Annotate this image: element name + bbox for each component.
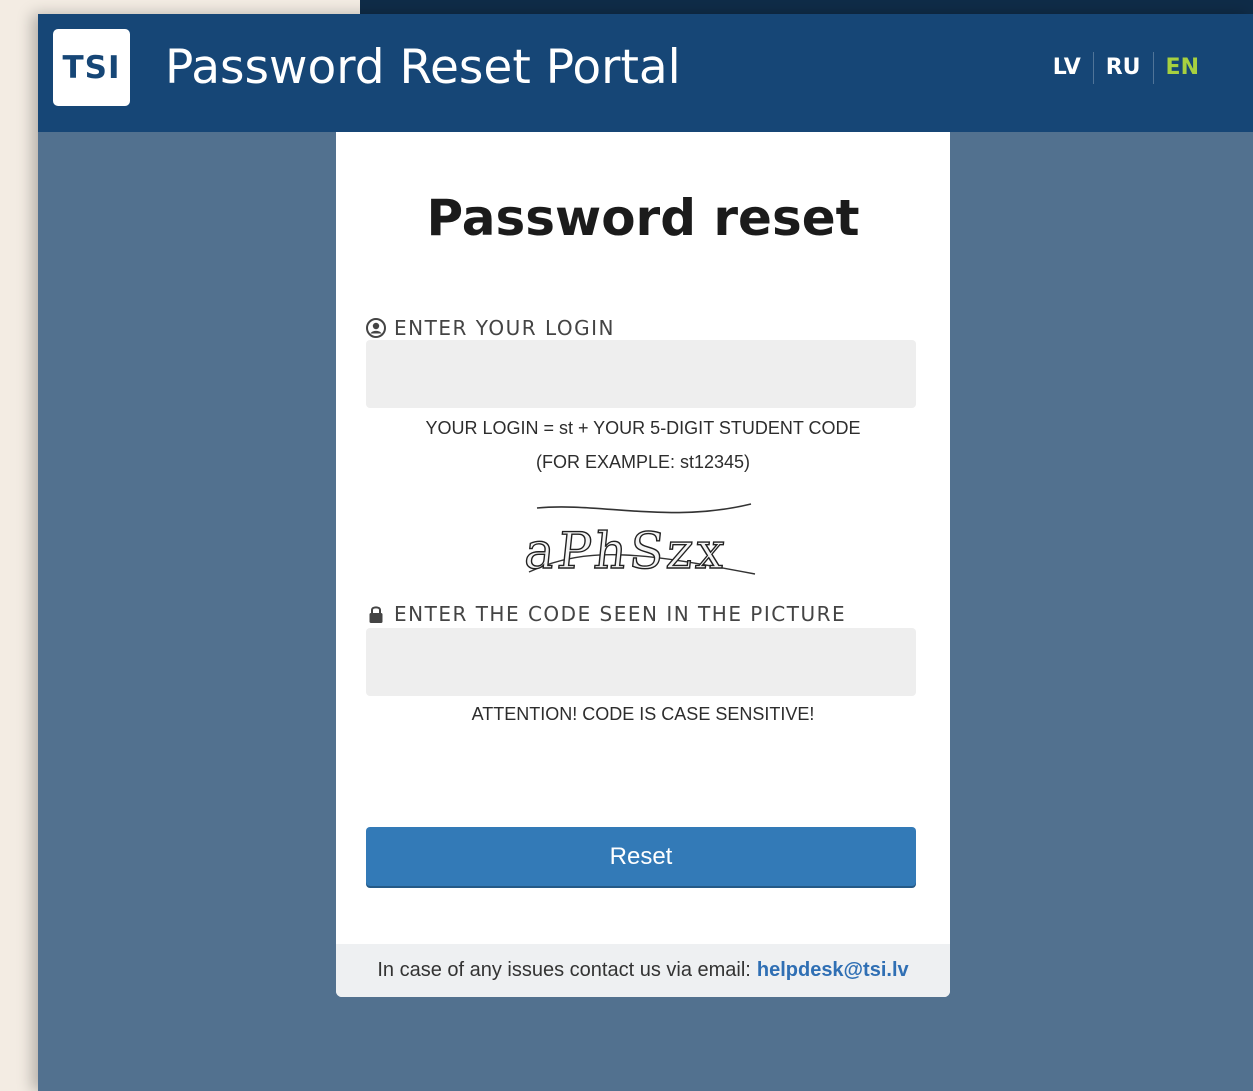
language-switcher: LV RU EN	[1041, 52, 1199, 84]
login-example: (FOR EXAMPLE: st12345)	[535, 452, 751, 472]
browser-top-strip	[360, 0, 1253, 14]
lock-icon	[366, 604, 386, 624]
login-label-text: ENTER YOUR LOGIN	[394, 316, 615, 340]
lang-ru-link[interactable]: RU	[1094, 52, 1153, 84]
captcha-image: aPhSzx	[519, 494, 769, 586]
captcha-code-input[interactable]	[366, 628, 916, 696]
header-bar: TSI Password Reset Portal LV RU EN	[38, 14, 1253, 132]
lang-lv-link[interactable]: LV	[1041, 52, 1093, 84]
page-title: Password reset	[426, 189, 860, 247]
case-sensitive-warning: ATTENTION! CODE IS CASE SENSITIVE!	[471, 704, 815, 724]
footer-text: In case of any issues contact us via ema…	[377, 959, 751, 981]
reset-form-card: Password reset ENTER YOUR LOGIN YOUR LOG…	[336, 132, 950, 997]
reset-button[interactable]: Reset	[366, 827, 916, 886]
help-footer: In case of any issues contact us via ema…	[336, 944, 950, 997]
app-title: Password Reset Portal	[165, 40, 681, 95]
captcha-text: aPhSzx	[522, 521, 731, 580]
login-hint: YOUR LOGIN = st + YOUR 5-DIGIT STUDENT C…	[425, 418, 861, 438]
code-label-text: ENTER THE CODE SEEN IN THE PICTURE	[394, 602, 847, 626]
code-label: ENTER THE CODE SEEN IN THE PICTURE	[366, 602, 846, 626]
tsi-logo[interactable]: TSI	[53, 29, 130, 106]
portal-window: TSI Password Reset Portal LV RU EN Passw…	[38, 14, 1253, 1091]
helpdesk-email-link[interactable]: helpdesk@tsi.lv	[757, 959, 909, 982]
lang-en-link[interactable]: EN	[1154, 52, 1199, 84]
user-circle-icon	[366, 318, 386, 338]
login-input[interactable]	[366, 340, 916, 408]
login-label: ENTER YOUR LOGIN	[366, 316, 615, 340]
